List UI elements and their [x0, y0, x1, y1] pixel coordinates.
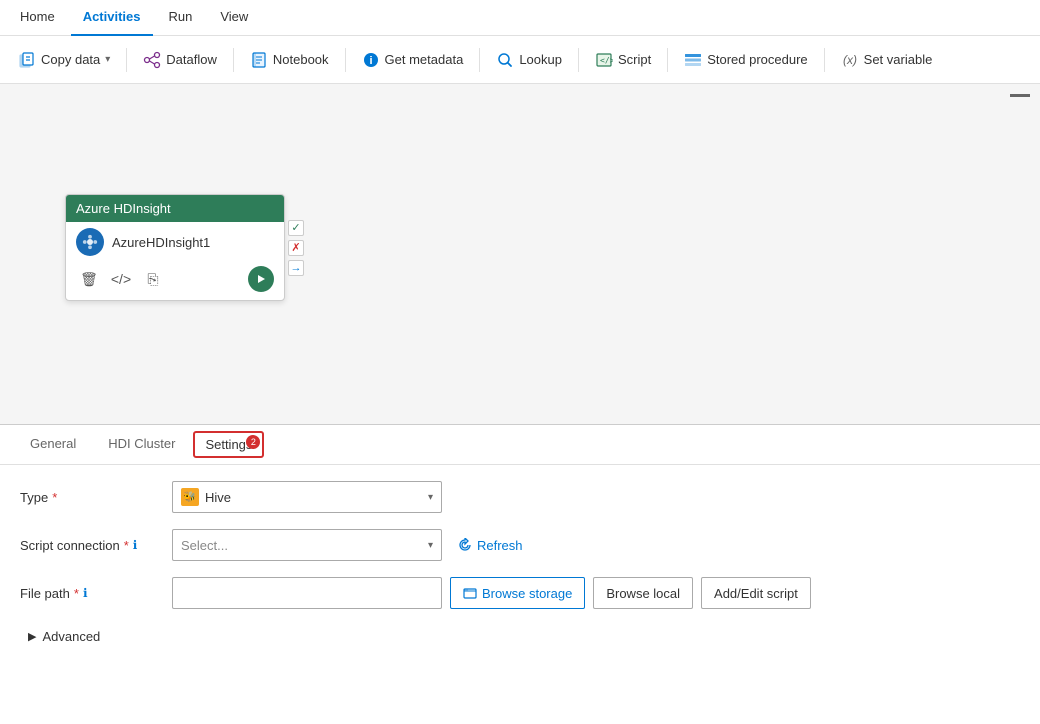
- notebook-button[interactable]: Notebook: [240, 46, 339, 74]
- script-connection-label: Script connection * ℹ: [20, 538, 160, 553]
- get-metadata-icon: i: [362, 51, 380, 69]
- file-path-label: File path * ℹ: [20, 586, 160, 601]
- file-path-required: *: [74, 586, 79, 601]
- svg-text:</>: </>: [600, 56, 613, 65]
- node-code-button[interactable]: </>: [108, 266, 134, 292]
- node-delete-button[interactable]: 🗑: [76, 266, 102, 292]
- toolbar-divider-7: [824, 48, 825, 72]
- script-connection-row: Script connection * ℹ Select... ▾: [20, 529, 1020, 561]
- tab-settings-label: Settings: [205, 437, 252, 452]
- refresh-icon: [458, 538, 472, 552]
- dataflow-icon: [143, 51, 161, 69]
- activity-toolbar: Copy data ▾ Dataflow: [0, 36, 1040, 84]
- nav-home[interactable]: Home: [8, 0, 67, 36]
- get-metadata-button[interactable]: i Get metadata: [352, 46, 474, 74]
- set-variable-button[interactable]: (x) Set variable: [831, 46, 943, 74]
- tab-hdi-cluster[interactable]: HDI Cluster: [94, 428, 189, 461]
- node-name-label: AzureHDInsight1: [112, 235, 210, 250]
- node-actions: 🗑 </> ⎘: [66, 262, 284, 300]
- lookup-icon: [496, 51, 514, 69]
- dataflow-label: Dataflow: [166, 52, 217, 67]
- svg-text:(x): (x): [843, 53, 857, 67]
- node-connectors: ✓ ✗ →: [288, 220, 304, 276]
- tab-settings[interactable]: Settings 2: [193, 431, 264, 458]
- svg-text:i: i: [369, 55, 372, 67]
- notebook-icon: [250, 51, 268, 69]
- bottom-panel: General HDI Cluster Settings 2 Type * 🐝: [0, 424, 1040, 724]
- copy-data-icon: [18, 51, 36, 69]
- nav-run[interactable]: Run: [157, 0, 205, 36]
- get-metadata-label: Get metadata: [385, 52, 464, 67]
- type-value: 🐝 Hive: [181, 488, 231, 506]
- node-body: AzureHDInsight1: [66, 222, 284, 262]
- stored-procedure-button[interactable]: Stored procedure: [674, 46, 817, 74]
- canvas-minimize-bar[interactable]: [1010, 94, 1030, 97]
- script-icon: </>: [595, 51, 613, 69]
- type-required-star: *: [52, 490, 57, 505]
- node-copy-button[interactable]: ⎘: [140, 266, 166, 292]
- stored-procedure-label: Stored procedure: [707, 52, 807, 67]
- file-path-input[interactable]: [172, 577, 442, 609]
- script-connection-required: *: [124, 538, 129, 553]
- set-variable-label: Set variable: [864, 52, 933, 67]
- file-path-control: Browse storage Browse local Add/Edit scr…: [172, 577, 1020, 609]
- toolbar-divider-4: [479, 48, 480, 72]
- top-navigation: Home Activities Run View: [0, 0, 1040, 36]
- completion-connector[interactable]: →: [288, 260, 304, 276]
- add-edit-script-button[interactable]: Add/Edit script: [701, 577, 811, 609]
- file-path-row: File path * ℹ Browse storage Browse: [20, 577, 1020, 609]
- success-connector[interactable]: ✓: [288, 220, 304, 236]
- script-label: Script: [618, 52, 651, 67]
- copy-data-dropdown-arrow: ▾: [105, 54, 110, 65]
- file-path-info-icon[interactable]: ℹ: [83, 586, 88, 600]
- tab-general[interactable]: General: [16, 428, 90, 461]
- toolbar-divider-3: [345, 48, 346, 72]
- nav-activities[interactable]: Activities: [71, 0, 153, 36]
- refresh-button[interactable]: Refresh: [450, 534, 531, 557]
- script-connection-dropdown[interactable]: Select... ▾: [172, 529, 442, 561]
- stored-procedure-icon: [684, 51, 702, 69]
- set-variable-icon: (x): [841, 51, 859, 69]
- toolbar-divider-5: [578, 48, 579, 72]
- script-connection-value: Select...: [181, 538, 228, 553]
- node-hdinsight-icon: [76, 228, 104, 256]
- script-button[interactable]: </> Script: [585, 46, 661, 74]
- copy-data-button[interactable]: Copy data ▾: [8, 46, 120, 74]
- copy-data-label: Copy data: [41, 52, 100, 67]
- script-connection-dropdown-arrow: ▾: [428, 540, 433, 551]
- toolbar-divider-1: [126, 48, 127, 72]
- activity-node-hdinsight: Azure HDInsight AzureHDInsight1 🗑 </>: [65, 194, 285, 301]
- node-header: Azure HDInsight: [66, 195, 284, 222]
- settings-tabs: General HDI Cluster Settings 2: [0, 425, 1040, 465]
- failure-connector[interactable]: ✗: [288, 240, 304, 256]
- type-label: Type *: [20, 490, 160, 505]
- settings-badge: 2: [246, 435, 260, 449]
- browse-local-button[interactable]: Browse local: [593, 577, 693, 609]
- notebook-label: Notebook: [273, 52, 329, 67]
- node-title: Azure HDInsight: [76, 201, 171, 216]
- type-control: 🐝 Hive ▾: [172, 481, 1020, 513]
- script-connection-info-icon[interactable]: ℹ: [133, 538, 138, 552]
- type-row: Type * 🐝 Hive ▾: [20, 481, 1020, 513]
- type-dropdown-arrow: ▾: [428, 492, 433, 503]
- pipeline-canvas[interactable]: Azure HDInsight AzureHDInsight1 🗑 </>: [0, 84, 1040, 424]
- browse-storage-icon: [463, 586, 477, 600]
- toolbar-divider-2: [233, 48, 234, 72]
- lookup-button[interactable]: Lookup: [486, 46, 572, 74]
- nav-view[interactable]: View: [208, 0, 260, 36]
- dataflow-button[interactable]: Dataflow: [133, 46, 227, 74]
- node-go-button[interactable]: [248, 266, 274, 292]
- advanced-chevron-icon: ▶: [28, 630, 36, 643]
- script-connection-control: Select... ▾ Refresh: [172, 529, 1020, 561]
- browse-storage-button[interactable]: Browse storage: [450, 577, 585, 609]
- toolbar-divider-6: [667, 48, 668, 72]
- lookup-label: Lookup: [519, 52, 562, 67]
- advanced-section[interactable]: ▶ Advanced: [20, 625, 108, 648]
- type-dropdown[interactable]: 🐝 Hive ▾: [172, 481, 442, 513]
- hive-icon: 🐝: [181, 488, 199, 506]
- settings-form: Type * 🐝 Hive ▾ Script connection: [0, 465, 1040, 664]
